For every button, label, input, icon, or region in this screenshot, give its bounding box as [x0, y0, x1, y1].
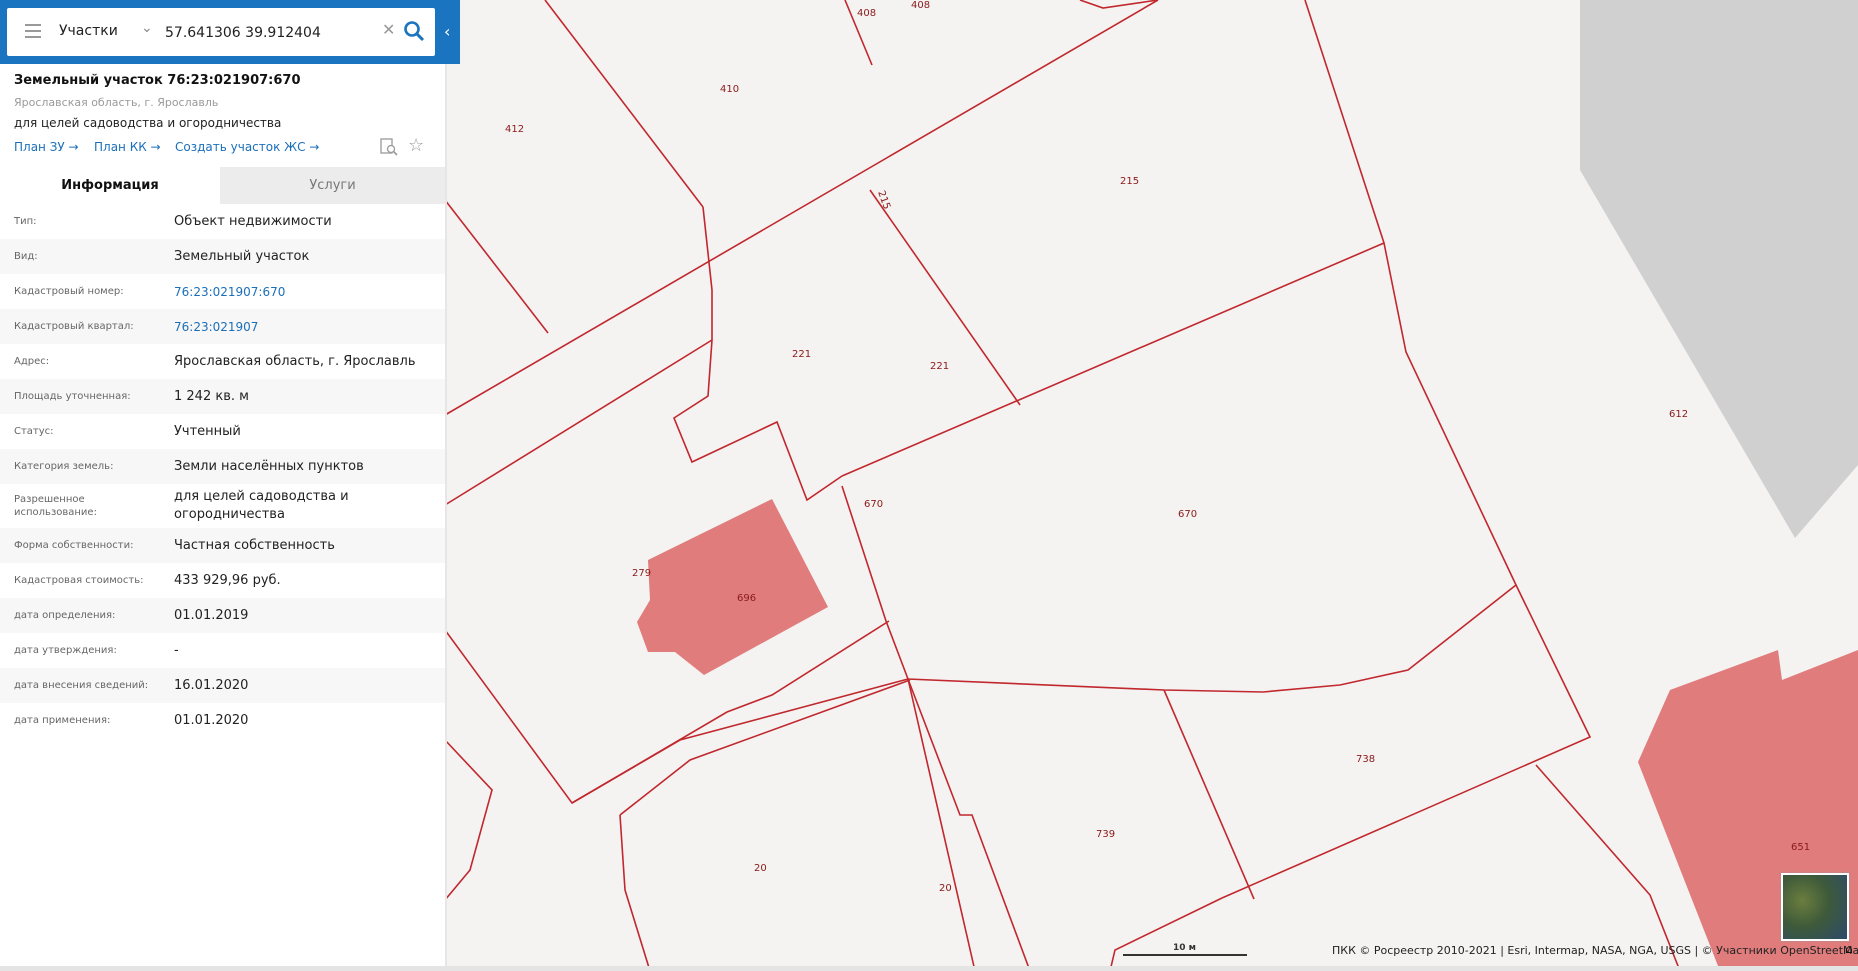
bottom-scrollbar [0, 966, 1858, 971]
info-key: Кадастровый квартал: [14, 321, 134, 332]
info-key: дата применения: [14, 715, 111, 726]
cadastral-number-link[interactable]: 76:23:021907:670 [162, 279, 444, 305]
map-attribution: ПКК © Росреестр 2010-2021 | Esri, Interm… [1332, 944, 1858, 957]
parcel-label-20a: 20 [754, 863, 767, 874]
plan-kk-link[interactable]: План КК → [94, 140, 161, 154]
info-key: дата внесения сведений: [14, 680, 149, 691]
info-row: Кадастровая стоимость: 433 929,96 руб. [0, 563, 445, 598]
home-icon[interactable]: ⌂ [1845, 942, 1853, 956]
plan-zu-link[interactable]: План ЗУ → [14, 140, 79, 154]
search-box: Участки ⌄ ✕ [7, 8, 435, 56]
info-row: Площадь уточненная: 1 242 кв. м [0, 379, 445, 414]
info-key: Адрес: [14, 356, 50, 367]
info-key: Площадь уточненная: [14, 391, 131, 402]
tabs: Информация Услуги [0, 167, 445, 204]
info-row: Кадастровый номер: 76:23:021907:670 [0, 274, 445, 309]
info-row: дата утверждения: - [0, 633, 445, 668]
info-value: 01.01.2020 [174, 712, 249, 728]
tab-services[interactable]: Услуги [220, 167, 445, 204]
parcel-label-221a: 221 [792, 349, 811, 360]
parcel-label-738: 738 [1356, 754, 1375, 765]
parcel-label-20b: 20 [939, 883, 952, 894]
tab-information[interactable]: Информация [0, 167, 220, 204]
info-panel: Земельный участок 76:23:021907:670 Яросл… [0, 64, 447, 971]
info-row: Категория земель: Земли населённых пункто… [0, 449, 445, 484]
info-row: Адрес: Ярославская область, г. Ярославль [0, 344, 445, 379]
info-value: - [174, 642, 179, 658]
info-table: Тип: Объект недвижимости Вид: Земельный уч… [0, 204, 445, 738]
info-key: Статус: [14, 426, 54, 437]
parcel-label-612: 612 [1669, 409, 1688, 420]
parcel-label-408b: 408 [911, 0, 930, 11]
search-bar: Участки ⌄ ✕ ‹ [0, 0, 460, 64]
info-key: дата определения: [14, 610, 116, 621]
close-icon[interactable]: ✕ [382, 20, 395, 39]
info-value: 1 242 кв. м [174, 388, 249, 404]
info-value: 01.01.2019 [174, 607, 249, 623]
parcel-purpose: для целей садоводства и огородничества [14, 116, 282, 130]
menu-icon[interactable] [25, 24, 41, 38]
parcel-label-410: 410 [720, 84, 739, 95]
info-row: дата внесения сведений: 16.01.2020 [0, 668, 445, 703]
info-key: Разрешенное использование: [14, 494, 97, 518]
info-value: Ярославская область, г. Ярославль [174, 353, 416, 369]
info-value: для целей садоводства и огородничества [174, 489, 349, 522]
info-value: Земельный участок [174, 248, 310, 264]
document-search-icon[interactable] [380, 138, 398, 156]
info-key: Кадастровая стоимость: [14, 575, 144, 586]
info-value: Земли населённых пунктов [174, 458, 364, 474]
collapse-panel-icon[interactable]: ‹ [444, 22, 450, 41]
info-row: Вид: Земельный участок [0, 239, 445, 274]
info-row: дата применения: 01.01.2020 [0, 703, 445, 738]
parcel-title: Земельный участок 76:23:021907:670 [14, 73, 301, 88]
scale-line [1123, 954, 1247, 956]
parcel-label-696: 696 [737, 593, 756, 604]
parcel-label-279: 279 [632, 568, 651, 579]
cadastral-quarter-link[interactable]: 76:23:021907 [162, 314, 444, 340]
info-key: Кадастровый номер: [14, 286, 124, 297]
info-row: Форма собственности: Частная собственност… [0, 528, 445, 563]
parcel-label-670a: 670 [864, 499, 883, 510]
parcel-region: Ярославская область, г. Ярославль [14, 96, 219, 109]
basemap-switcher[interactable] [1781, 873, 1849, 941]
search-input[interactable] [163, 20, 377, 46]
info-key: Категория земель: [14, 461, 114, 472]
info-row: Разрешенное использование: для целей садо… [0, 484, 445, 528]
parcel-label-408a: 408 [857, 8, 876, 19]
info-value: 433 929,96 руб. [174, 572, 281, 588]
info-key: дата утверждения: [14, 645, 117, 656]
info-value: Учтенный [174, 423, 241, 439]
parcel-label-739: 739 [1096, 829, 1115, 840]
info-key: Тип: [14, 216, 37, 227]
parcel-label-215a: 215 [1120, 176, 1139, 187]
info-value: Частная собственность [174, 537, 335, 553]
category-select[interactable]: Участки [59, 23, 118, 39]
info-value: Объект недвижимости [174, 213, 332, 229]
info-row: Кадастровый квартал: 76:23:021907 [0, 309, 445, 344]
create-parcel-link[interactable]: Создать участок ЖС → [175, 140, 319, 154]
info-value: 16.01.2020 [174, 677, 249, 693]
info-row: Статус: Учтенный [0, 414, 445, 449]
search-icon[interactable] [403, 20, 425, 42]
info-key: Форма собственности: [14, 540, 134, 551]
info-row: дата определения: 01.01.2019 [0, 598, 445, 633]
info-key: Вид: [14, 251, 38, 262]
info-row: Тип: Объект недвижимости [0, 204, 445, 239]
star-icon[interactable]: ☆ [408, 135, 424, 156]
parcel-label-412: 412 [505, 124, 524, 135]
parcel-label-670b: 670 [1178, 509, 1197, 520]
scale-label: 10 м [1173, 943, 1197, 953]
chevron-down-icon[interactable]: ⌄ [141, 20, 153, 36]
parcel-label-221b: 221 [930, 361, 949, 372]
parcel-label-651: 651 [1791, 842, 1810, 853]
